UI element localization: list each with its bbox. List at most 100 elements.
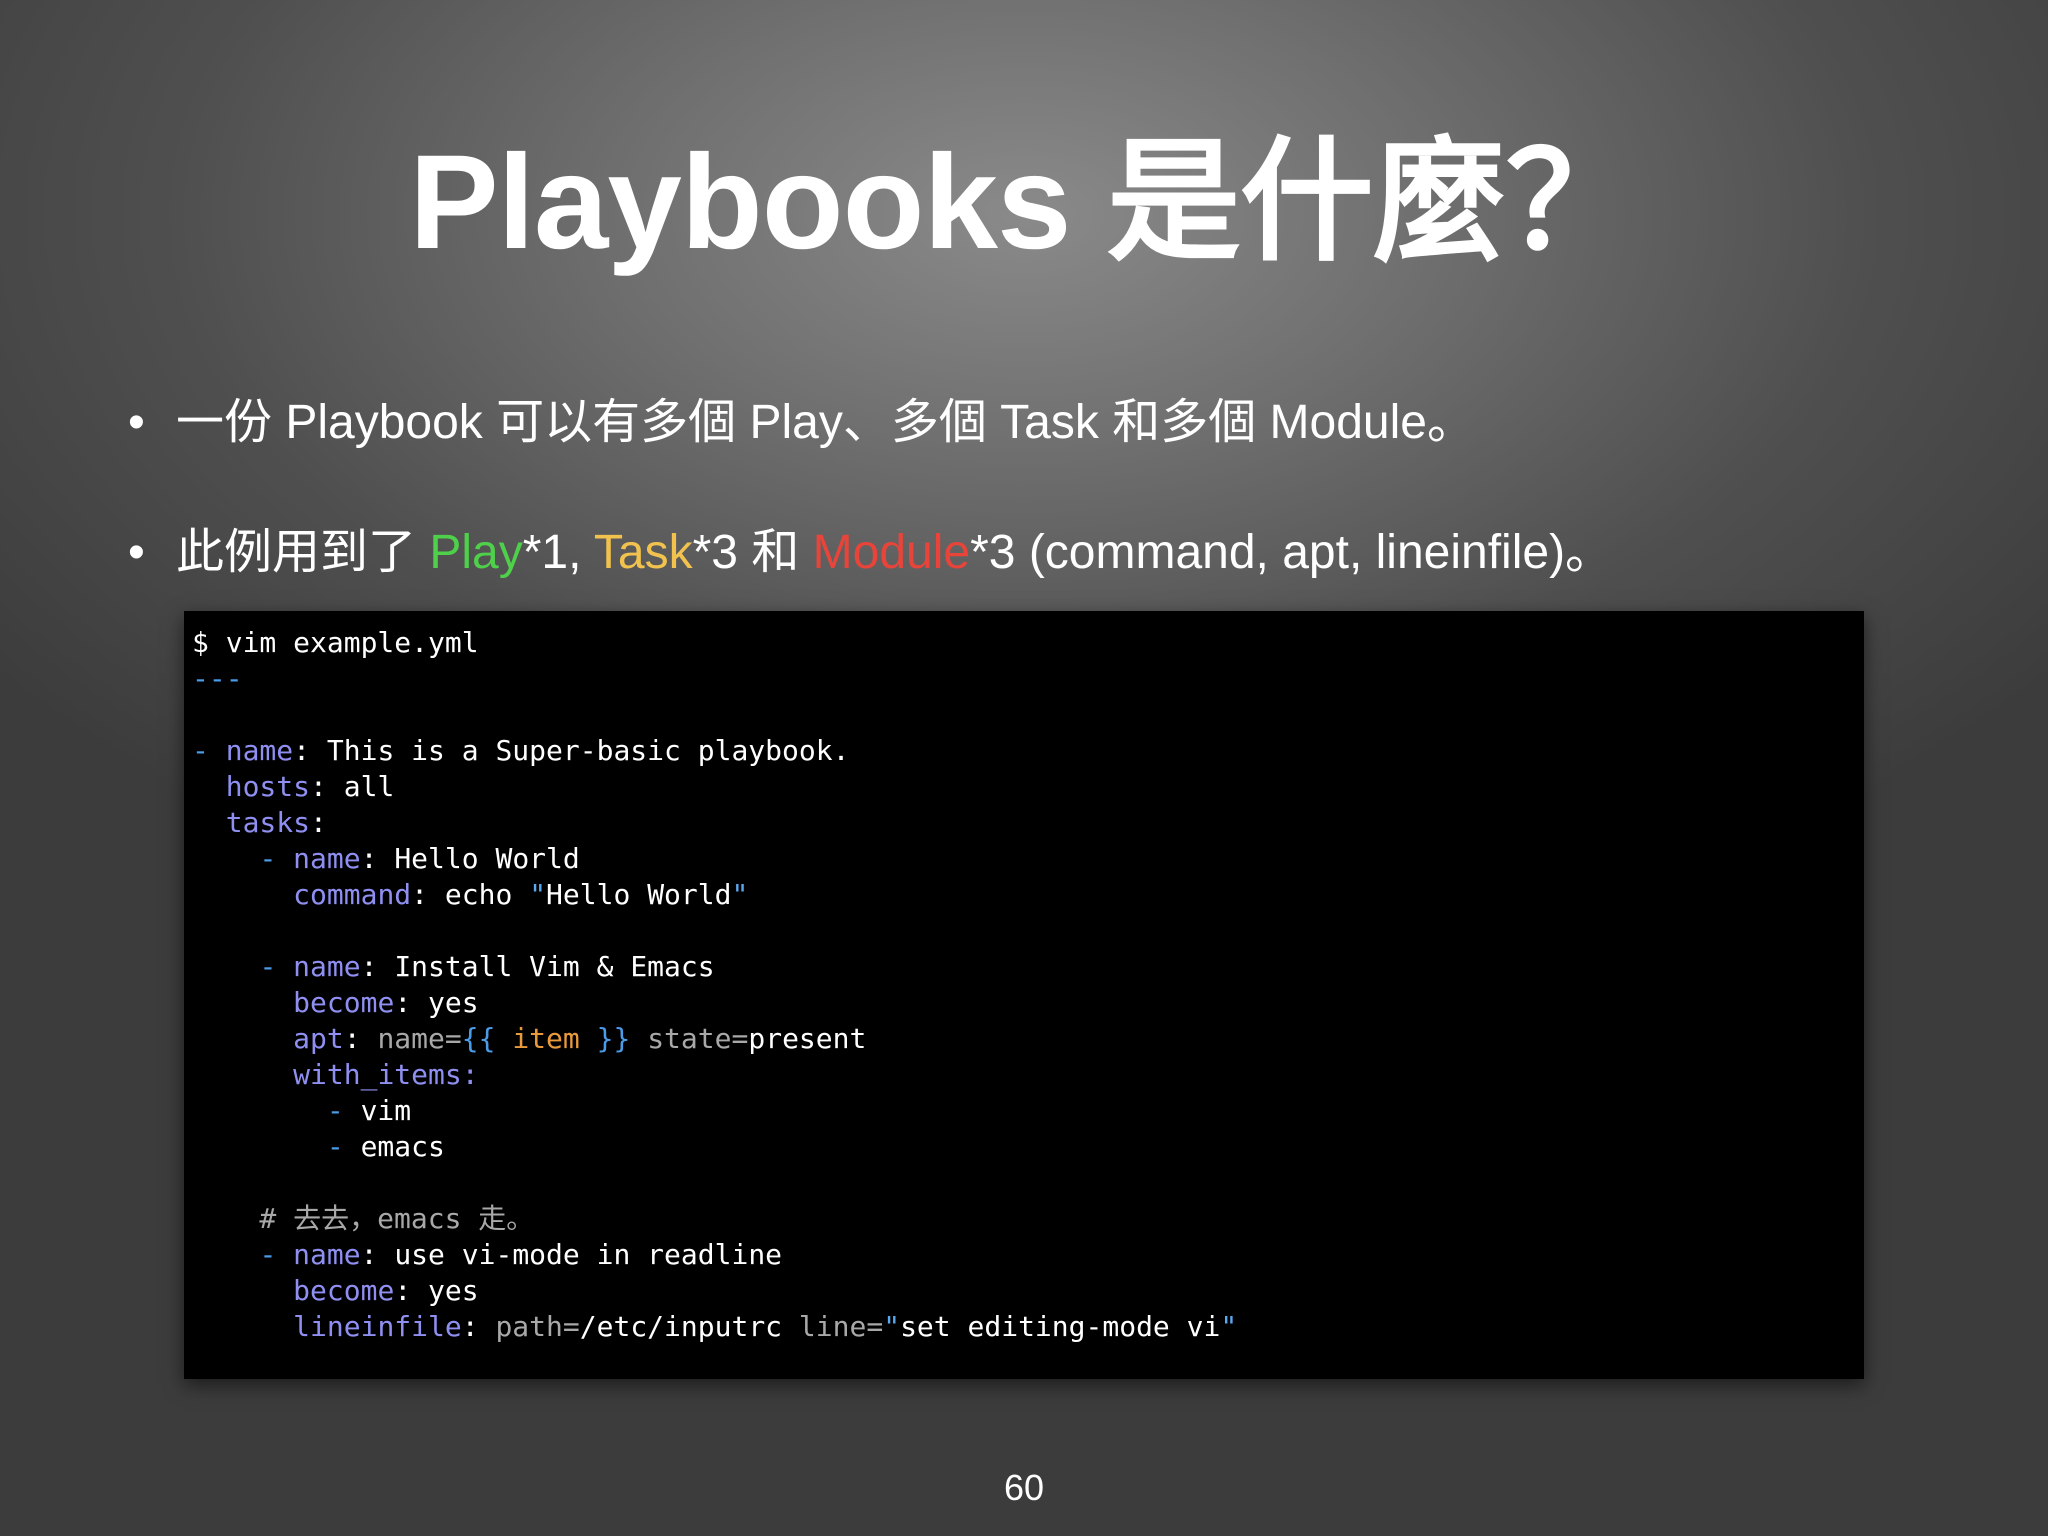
code-token: vim: [360, 1094, 412, 1127]
code-token: :: [360, 842, 395, 875]
code-token: hosts: [225, 770, 311, 803]
bullet-item-2: • 此例用到了 Play*1, Task*3 和 Module*3 (comman…: [128, 523, 1613, 583]
code-token: state=: [630, 1022, 749, 1055]
slide-title: Playbooks 是什麼？: [409, 128, 1640, 277]
bullet-text-prefix: 此例用到了: [176, 526, 430, 579]
bullet-marker: •: [128, 396, 145, 449]
code-line: command: echo "Hello World": [192, 877, 1864, 913]
code-token: yes: [428, 1274, 479, 1307]
code-line: ---: [192, 661, 1864, 697]
code-token: ": [731, 878, 749, 911]
code-token: :: [310, 806, 327, 839]
code-line: $ vim example.yml: [192, 625, 1864, 661]
code-line: become: yes: [192, 1273, 1864, 1309]
code-line: apt: name={{ item }} state=present: [192, 1021, 1864, 1057]
code-line: - vim: [192, 1093, 1864, 1129]
code-token: }}: [579, 1022, 631, 1055]
code-token: /etc/inputrc: [579, 1310, 783, 1343]
code-line: hosts: all: [192, 769, 1864, 805]
code-token: {{: [461, 1022, 513, 1055]
code-token: path=: [495, 1310, 580, 1343]
code-token: :: [310, 770, 344, 803]
code-line: - name: Install Vim & Emacs: [192, 949, 1864, 985]
code-line: - name: use vi-mode in readline: [192, 1237, 1864, 1273]
page-number: 60: [1003, 1467, 1045, 1508]
code-token: set editing-mode vi: [900, 1310, 1221, 1343]
code-token: Install Vim & Emacs: [394, 950, 715, 983]
code-token: ": [883, 1310, 901, 1343]
code-token: command: [293, 878, 412, 911]
highlight-module: Module: [812, 526, 971, 579]
code-line: become: yes: [192, 985, 1864, 1021]
code-token: name: [225, 734, 294, 767]
code-token: -: [259, 950, 294, 983]
code-token: become: [293, 1274, 395, 1307]
code-line: - emacs: [192, 1129, 1864, 1165]
code-line: tasks:: [192, 805, 1864, 841]
code-token: -: [326, 1130, 361, 1163]
code-token: become: [293, 986, 395, 1019]
code-line: lineinfile: path=/etc/inputrc line="set …: [192, 1309, 1864, 1345]
code-token: :: [394, 986, 429, 1019]
code-token: ": [1220, 1310, 1238, 1343]
bullet-text: 一份 Playbook 可以有多個 Play、多個 Task 和多個 Modul…: [176, 396, 1475, 449]
highlight-play: Play: [429, 526, 523, 579]
code-token: -: [259, 1238, 294, 1271]
bullet-text-count-play: *1,: [522, 526, 594, 579]
code-token: line=: [782, 1310, 884, 1343]
code-token: -: [259, 842, 294, 875]
code-token: Hello World: [546, 878, 732, 911]
code-token: ---: [192, 662, 243, 695]
code-token: echo: [444, 878, 530, 911]
code-token: emacs: [360, 1130, 445, 1163]
code-line: - name: This is a Super-basic playbook.: [192, 733, 1864, 769]
code-line: # 去去，emacs 走。: [192, 1201, 1864, 1237]
code-token: tasks: [225, 806, 311, 839]
code-token: ": [529, 878, 547, 911]
code-token: This is a Super-basic playbook.: [326, 734, 850, 767]
code-token: item: [512, 1022, 580, 1055]
bullet-item-1: • 一份 Playbook 可以有多個 Play、多個 Task 和多個 Modu…: [128, 393, 1475, 453]
highlight-task: Task: [593, 526, 693, 579]
bullet-marker: •: [128, 526, 145, 579]
code-token: # 去去，emacs 走。: [192, 1202, 535, 1235]
code-token: :: [293, 734, 327, 767]
code-token: Hello World: [394, 842, 580, 875]
code-token: -: [326, 1094, 361, 1127]
bullet-text-count-module: *3 (command, apt, lineinfile)。: [970, 526, 1614, 579]
code-terminal: $ vim example.yml --- - name: This is a Su…: [184, 611, 1864, 1379]
code-token: present: [748, 1022, 867, 1055]
code-token: with_items:: [293, 1058, 479, 1091]
code-token: :: [411, 878, 445, 911]
code-token: name=: [377, 1022, 462, 1055]
code-line: - name: Hello World: [192, 841, 1864, 877]
code-token: :: [360, 950, 395, 983]
code-token: name: [293, 842, 361, 875]
code-token: name: [293, 950, 361, 983]
code-token: lineinfile: [293, 1310, 462, 1343]
code-token: name: [293, 1238, 361, 1271]
code-token: -: [192, 734, 226, 767]
code-token: :: [360, 1238, 395, 1271]
code-token: :: [461, 1310, 496, 1343]
code-token: :: [394, 1274, 429, 1307]
code-token: :: [343, 1022, 378, 1055]
bullet-text-count-task: *3 和: [692, 526, 813, 579]
code-token: apt: [293, 1022, 344, 1055]
code-line: with_items:: [192, 1057, 1864, 1093]
